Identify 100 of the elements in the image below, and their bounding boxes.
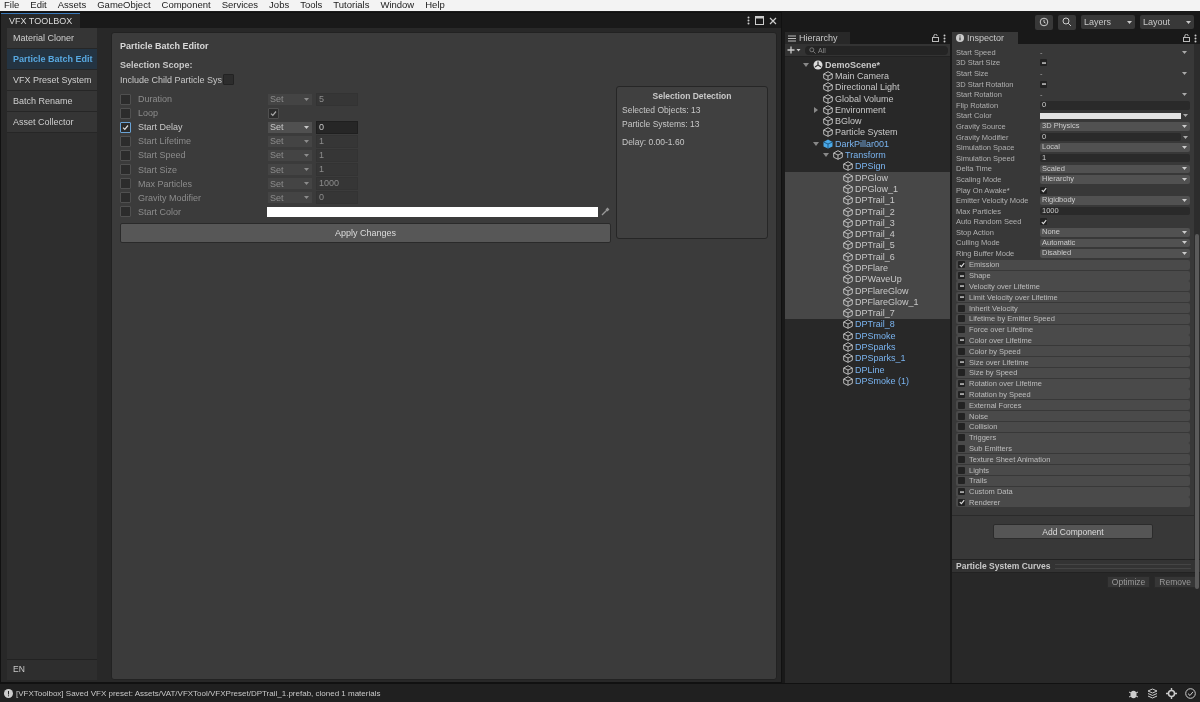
value-field[interactable]: 1000 <box>316 177 358 191</box>
checkbox[interactable] <box>958 455 965 463</box>
more-icon[interactable] <box>1194 33 1197 43</box>
hierarchy-item[interactable]: DPTrail_4 <box>785 228 950 240</box>
checkbox[interactable] <box>958 488 965 496</box>
color-field[interactable] <box>1040 112 1181 119</box>
checkbox[interactable] <box>958 282 965 290</box>
mode-dropdown[interactable]: Set <box>268 149 312 161</box>
value-field[interactable]: 1 <box>316 163 358 176</box>
checkbox[interactable] <box>958 477 965 485</box>
hierarchy-item[interactable]: DPFlareGlow_1 <box>785 296 950 308</box>
caret-icon[interactable] <box>1183 114 1188 118</box>
hierarchy-item[interactable]: Directional Light <box>785 81 950 93</box>
hierarchy-item[interactable]: DPGlow_1 <box>785 183 950 195</box>
checkbox[interactable] <box>120 164 131 175</box>
more-icon[interactable] <box>943 33 946 43</box>
checkbox[interactable] <box>120 107 131 119</box>
checkbox[interactable] <box>120 206 131 218</box>
layout-dropdown[interactable]: Layout <box>1140 15 1194 29</box>
value-field[interactable]: 0 <box>316 120 358 134</box>
window-tab[interactable]: VFX TOOLBOX <box>1 13 81 28</box>
hierarchy-item[interactable]: BGlow <box>785 115 950 127</box>
hierarchy-item[interactable]: DPSign <box>785 160 950 172</box>
more-icon[interactable] <box>747 16 750 25</box>
checkbox[interactable] <box>958 336 965 344</box>
hierarchy-item[interactable]: Transform <box>785 149 950 161</box>
checkbox[interactable] <box>958 369 965 377</box>
checkbox[interactable] <box>120 135 131 147</box>
expand-arrow-icon[interactable] <box>813 106 819 113</box>
checkbox[interactable] <box>223 74 235 85</box>
search-icon[interactable] <box>1058 14 1076 30</box>
mode-dropdown[interactable]: Set <box>268 178 312 190</box>
mode-dropdown[interactable]: Set <box>268 192 312 204</box>
value-field[interactable]: 5 <box>316 92 358 106</box>
expand-arrow-icon[interactable] <box>813 140 819 147</box>
hierarchy-item[interactable]: DPGlow <box>785 171 950 184</box>
value-field[interactable]: 1 <box>316 134 358 148</box>
sidebar-item[interactable]: Asset Collector <box>7 112 97 133</box>
menu-item[interactable]: File <box>4 0 20 11</box>
color-field[interactable] <box>267 206 599 217</box>
add-component-button[interactable]: Add Component <box>993 524 1153 540</box>
expand-arrow-icon[interactable] <box>823 152 829 158</box>
close-icon[interactable] <box>769 16 777 25</box>
hierarchy-item[interactable]: DarkPillar001 <box>785 138 950 150</box>
menu-item[interactable]: Assets <box>57 0 87 11</box>
inspector-tab[interactable]: Inspector <box>952 32 1019 44</box>
checkbox[interactable] <box>958 390 965 398</box>
hierarchy-item[interactable]: DemoScene* <box>785 59 950 71</box>
maximize-icon[interactable] <box>755 16 764 25</box>
menu-item[interactable]: Edit <box>30 0 47 11</box>
hierarchy-item[interactable]: DPSmoke <box>785 330 950 342</box>
scrollbar-thumb[interactable] <box>1195 234 1199 589</box>
add-icon[interactable] <box>787 46 801 54</box>
toggle-checkbox[interactable] <box>268 107 279 119</box>
hierarchy-item[interactable]: DPTrail_7 <box>785 307 950 319</box>
checkbox[interactable] <box>958 380 965 388</box>
lock-icon[interactable] <box>1183 34 1190 42</box>
sidebar-item[interactable]: VFX Preset System <box>7 70 97 91</box>
hierarchy-item[interactable]: Main Camera <box>785 70 950 82</box>
checkbox[interactable] <box>958 444 965 452</box>
checkbox[interactable] <box>958 293 965 301</box>
checkbox[interactable] <box>120 192 131 204</box>
hierarchy-item[interactable]: DPSparks_1 <box>785 352 950 364</box>
curve-button[interactable]: Remove <box>1154 576 1196 588</box>
checkbox[interactable] <box>958 326 965 334</box>
sidebar-item[interactable]: Batch Rename <box>7 91 97 112</box>
hierarchy-item[interactable]: DPWaveUp <box>785 273 950 285</box>
checkbox[interactable] <box>958 498 965 506</box>
hierarchy-item[interactable]: DPTrail_6 <box>785 251 950 263</box>
hierarchy-item[interactable]: Global Volume <box>785 92 950 105</box>
layers-dropdown[interactable]: Layers <box>1081 15 1135 29</box>
checkbox[interactable] <box>958 347 965 355</box>
hierarchy-item[interactable]: Environment <box>785 104 950 116</box>
history-icon[interactable] <box>1035 14 1053 30</box>
checkbox[interactable] <box>958 315 965 323</box>
checkbox[interactable] <box>120 93 131 105</box>
checkbox[interactable] <box>958 466 965 474</box>
expand-arrow-icon[interactable] <box>803 61 809 68</box>
stack-icon[interactable] <box>1147 687 1158 699</box>
checkbox[interactable] <box>958 412 965 420</box>
hierarchy-item[interactable]: DPTrail_1 <box>785 194 950 206</box>
eyedropper-icon[interactable] <box>601 207 610 217</box>
hierarchy-item[interactable]: DPSmoke (1) <box>785 375 950 387</box>
language-label[interactable]: EN <box>7 659 97 678</box>
check-circle-icon[interactable] <box>1185 687 1196 699</box>
checkbox[interactable] <box>1040 80 1047 88</box>
caret-icon[interactable] <box>1183 135 1188 139</box>
mode-dropdown[interactable]: Set <box>268 135 312 147</box>
checkbox[interactable] <box>958 401 965 409</box>
mode-dropdown[interactable]: Set <box>268 121 312 133</box>
sidebar-item[interactable]: Material Cloner <box>7 28 97 49</box>
menu-item[interactable]: Help <box>425 0 445 11</box>
hierarchy-item[interactable]: DPSparks <box>785 341 950 353</box>
sidebar-item[interactable]: Particle Batch Edit <box>7 49 97 70</box>
checkbox[interactable] <box>958 272 965 280</box>
menu-item[interactable]: Tools <box>300 0 323 11</box>
menu-item[interactable]: GameObject <box>97 0 151 11</box>
hierarchy-item[interactable]: DPTrail_8 <box>785 318 950 331</box>
checkbox[interactable] <box>120 149 131 161</box>
menu-item[interactable]: Jobs <box>269 0 290 11</box>
